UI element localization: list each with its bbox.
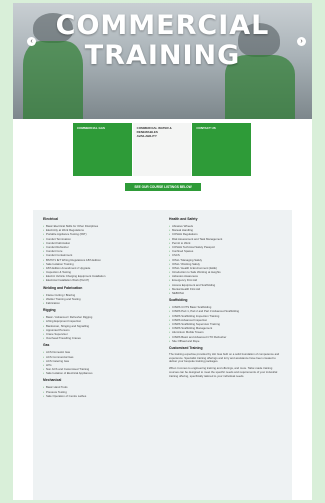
hero-title-line2: TRAINING [84,40,241,71]
hero-banner: COMMERCIAL TRAINING ‹ › [13,3,312,119]
feature-tiles: COMMERCIAL GAS COMMERCIAL WATER & RENEWA… [73,123,252,176]
course-list: Abrasive Wheels Manual Handling COSHH Re… [169,224,281,295]
course-list: Basic / Advanced / Refresher Rigging Lif… [43,315,155,340]
listing-column-left: Electrical Basic Electrical Skills for O… [43,217,155,401]
section-heading: Health and Safety [169,217,198,221]
carousel-next-icon[interactable]: › [297,37,306,46]
tile-label: COMMERCIAL GAS [77,126,105,130]
hero-title-line1: COMMERCIAL [55,10,270,41]
course-list: Basic Hand Tools Pressure Testing Safe O… [43,385,155,398]
tile-contact-us[interactable]: CONTACT US [192,123,252,176]
section-heading: Scaffolding [169,298,188,303]
course-list: Basic Electrical Skills for Other Discip… [43,224,155,283]
course-list: Flame Cutting / Brazing Welder Training … [43,293,155,306]
section-heading: Customised Training [169,345,203,350]
course-link[interactable]: Site Offload and Rope [169,339,281,343]
see-course-listings-button[interactable]: SEE OUR COURSE LISTINGS BELOW [125,183,201,191]
section-heading: Rigging [43,308,56,313]
course-link[interactable]: Overhead Travelling Cranes [43,336,155,340]
tile-commercial-gas[interactable]: COMMERCIAL GAS [73,123,132,176]
tile-water-renewables[interactable]: COMMERCIAL WATER & RENEWABLES AVAILABILIT… [131,123,193,176]
page: COMMERCIAL TRAINING ‹ › COMMERCIAL GAS C… [0,0,325,503]
course-list: CISRS COTS Basic Scaffolding CISRS Part … [169,305,281,343]
section-heading: Gas [43,343,50,348]
course-link[interactable]: NEBOSH [169,291,281,295]
course-link[interactable]: Electrical Installation Work (Part P) [43,278,155,282]
customised-training-text: When it comes to engineering training an… [169,366,278,378]
course-link[interactable]: Fabrication [43,301,155,305]
course-link[interactable]: Safe Operation of Centre Lathes [43,394,155,398]
section-heading: Welding and Fabrication [43,285,83,290]
tile-label: COMMERCIAL WATER & RENEWABLES [136,126,172,134]
course-link[interactable]: Safe Isolation of Electrical Appliances [43,371,155,375]
page-frame: COMMERCIAL TRAINING ‹ › COMMERCIAL GAS C… [13,3,312,500]
course-listing: Electrical Basic Electrical Skills for O… [33,210,292,500]
section-heading: Electrical [43,217,59,221]
course-list: ACS Domestic Gas ACS Commercial Gas ACS … [43,350,155,375]
section-heading: Mechanical [43,378,62,383]
listing-column-right: Health and Safety Abrasive Wheels Manual… [169,217,281,382]
carousel-prev-icon[interactable]: ‹ [27,37,36,46]
tile-sublabel: AVAILABILITY [136,134,157,138]
tile-label: CONTACT US [196,126,216,130]
customised-training-text: The training expertise provided by HLI G… [169,351,280,364]
